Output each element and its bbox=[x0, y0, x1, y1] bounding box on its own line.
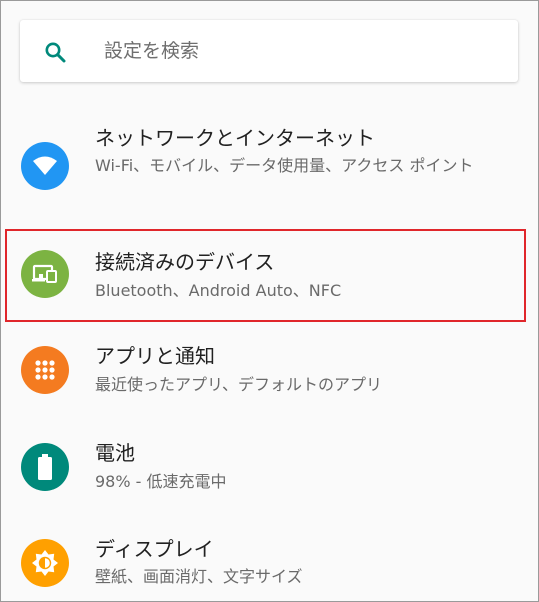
item-title: ネットワークとインターネット bbox=[95, 126, 375, 150]
item-title: ディスプレイ bbox=[95, 537, 214, 561]
search-bar[interactable]: 設定を検索 bbox=[20, 20, 518, 82]
item-title: アプリと通知 bbox=[95, 344, 215, 368]
settings-item-battery[interactable]: 電池 98% - 低速充電中 bbox=[1, 427, 538, 515]
search-icon bbox=[45, 42, 66, 63]
settings-screen: 設定を検索 ネットワークとインターネット Wi-Fi、モバイル、データ使用量、ア… bbox=[0, 0, 539, 602]
settings-item-apps[interactable]: アプリと通知 最近使ったアプリ、デフォルトのアプリ bbox=[1, 331, 538, 419]
item-subtitle: Wi-Fi、モバイル、データ使用量、アクセス ポイント bbox=[95, 156, 474, 175]
item-subtitle: 最近使ったアプリ、デフォルトのアプリ bbox=[95, 375, 383, 394]
apps-grid-icon bbox=[21, 346, 69, 394]
item-subtitle: 98% - 低速充電中 bbox=[95, 472, 227, 491]
highlight-frame bbox=[5, 229, 526, 322]
item-subtitle: 壁紙、画面消灯、文字サイズ bbox=[95, 567, 303, 586]
settings-item-network[interactable]: ネットワークとインターネット Wi-Fi、モバイル、データ使用量、アクセス ポイ… bbox=[1, 119, 538, 219]
item-title: 電池 bbox=[95, 441, 135, 465]
brightness-icon bbox=[21, 539, 69, 587]
battery-icon bbox=[21, 443, 69, 491]
search-placeholder: 設定を検索 bbox=[104, 40, 200, 62]
wifi-icon bbox=[21, 142, 69, 190]
settings-item-display[interactable]: ディスプレイ 壁紙、画面消灯、文字サイズ bbox=[1, 523, 538, 601]
